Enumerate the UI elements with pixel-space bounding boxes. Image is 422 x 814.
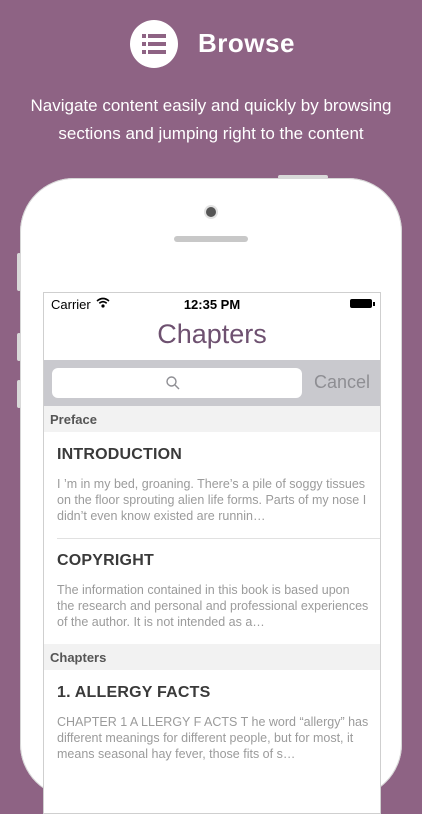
promo-description: Navigate content easily and quickly by b… (30, 96, 392, 143)
status-time: 12:35 PM (183, 297, 241, 312)
promo-header: Browse Navigate content easily and quick… (0, 0, 422, 150)
phone-screen: Carrier 12:35 PM Chapters Cancel Preface (43, 292, 381, 814)
section-header-label: Chapters (50, 650, 107, 665)
promo-title: Browse (198, 28, 295, 58)
list-item[interactable]: COPYRIGHT The information contained in t… (44, 538, 380, 644)
chapter-excerpt: The information contained in this book i… (57, 583, 369, 629)
phone-camera (206, 207, 216, 217)
chapter-title: 1. ALLERGY FACTS (57, 684, 211, 701)
list-item[interactable]: 1. ALLERGY FACTS CHAPTER 1 A LLERGY F AC… (44, 670, 380, 776)
status-bar: Carrier 12:35 PM (44, 293, 380, 313)
section-header-label: Preface (50, 412, 97, 427)
promo-logo (130, 20, 178, 68)
phone-speaker (174, 236, 248, 242)
battery-icon (350, 299, 375, 308)
phone-top-button (278, 175, 328, 179)
chapter-excerpt: I ’m in my bed, groaning. There’s a pile… (57, 477, 367, 523)
chapter-excerpt: CHAPTER 1 A LLERGY F ACTS T he word “all… (57, 715, 369, 761)
chapter-title: INTRODUCTION (57, 446, 183, 463)
phone-volume-up (17, 333, 21, 361)
chapter-title: COPYRIGHT (57, 552, 154, 569)
nav-title: Chapters (157, 319, 267, 349)
search-input[interactable] (52, 368, 302, 398)
phone-volume-down (17, 380, 21, 408)
search-icon (166, 376, 180, 390)
list-icon (142, 34, 166, 54)
list-item[interactable]: INTRODUCTION I ’m in my bed, groaning. T… (44, 432, 380, 538)
phone-mute-switch (17, 253, 21, 291)
search-bar: Cancel (44, 360, 380, 406)
cancel-button[interactable]: Cancel (314, 372, 370, 393)
section-header-preface: Preface (44, 406, 380, 432)
phone-frame: Carrier 12:35 PM Chapters Cancel Preface (17, 175, 402, 814)
section-header-chapters: Chapters (44, 644, 380, 670)
